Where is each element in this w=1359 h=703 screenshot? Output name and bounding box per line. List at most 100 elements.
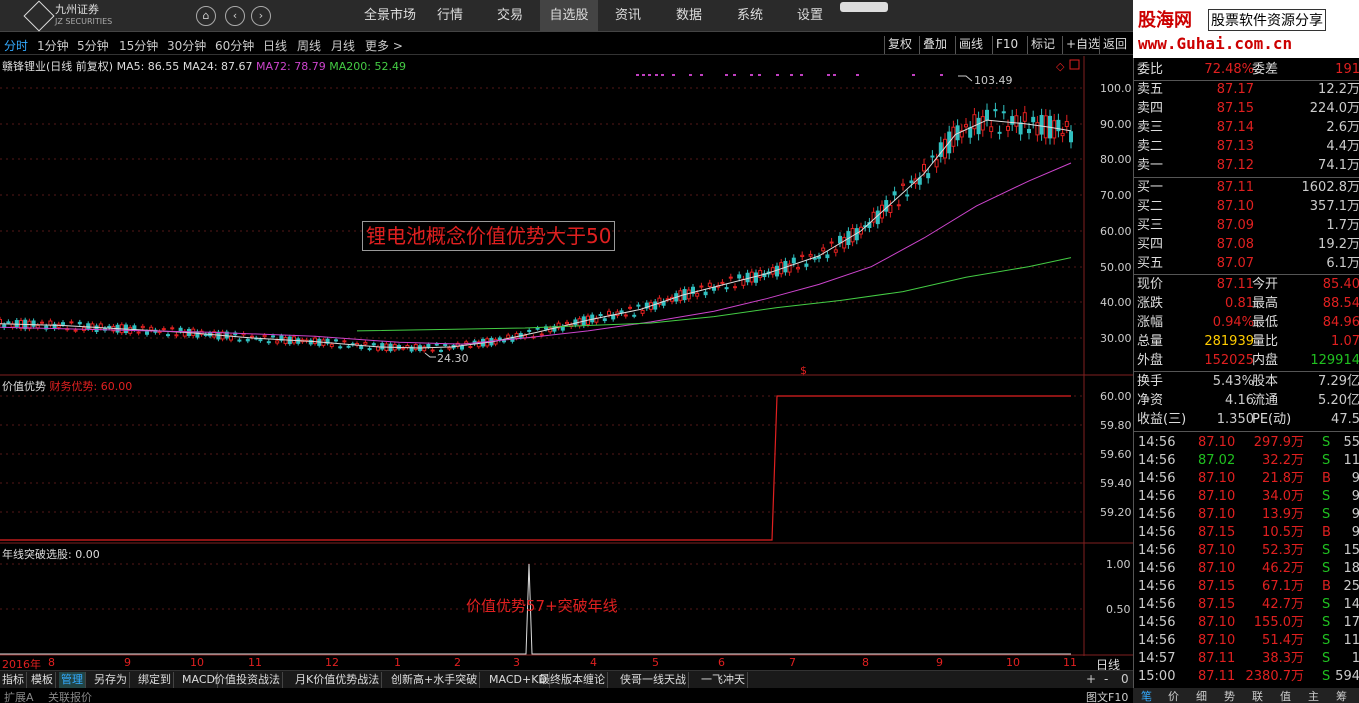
- zoom-reset-button[interactable]: 0: [1121, 672, 1129, 686]
- zoom-out-button[interactable]: -: [1104, 672, 1108, 686]
- ma5-label: MA5: 86.55: [116, 60, 180, 73]
- tab-chuangxingao[interactable]: 创新高+水手突破: [389, 672, 481, 688]
- period-5min[interactable]: 5分钟: [77, 37, 109, 54]
- nav-jiaoyi[interactable]: 交易: [488, 0, 532, 32]
- home-icon[interactable]: ⌂: [196, 6, 216, 26]
- nav-zixuangu[interactable]: 自选股: [540, 0, 598, 32]
- quote-tab[interactable]: 笔: [1141, 688, 1152, 703]
- y-tick: 59.60: [1100, 448, 1132, 461]
- huaxian-button[interactable]: 画线: [955, 36, 986, 54]
- candle-body: [703, 291, 708, 296]
- volume: 1602.8万: [1301, 180, 1359, 195]
- period-fenshi[interactable]: 分时: [4, 37, 28, 54]
- diejia-button[interactable]: 叠加: [919, 36, 950, 54]
- candle-body: [699, 285, 704, 288]
- ind3-annotation: 价值优势57+突破年线: [466, 597, 618, 615]
- ind2-value: 财务优势: 60.00: [49, 380, 133, 393]
- tab-lingcunwei[interactable]: 另存为: [92, 672, 130, 688]
- period-monthly[interactable]: 月线: [331, 37, 355, 54]
- nav-xitong[interactable]: 系统: [728, 0, 772, 32]
- candle-body: [758, 270, 763, 278]
- value: 7.29亿: [1318, 374, 1359, 389]
- tab-bangdingdao[interactable]: 绑定到: [136, 672, 174, 688]
- period-daily[interactable]: 日线: [263, 37, 287, 54]
- volume: 224.0万: [1309, 101, 1359, 116]
- period-30min[interactable]: 30分钟: [167, 37, 206, 54]
- quote-tab[interactable]: 主: [1308, 688, 1319, 703]
- candle-body: [430, 349, 435, 352]
- nav-shezhi[interactable]: 设置: [788, 0, 832, 32]
- buy3-row[interactable]: 买三 87.09 1.7万: [1134, 216, 1359, 235]
- period-15min[interactable]: 15分钟: [119, 37, 158, 54]
- fuquan-button[interactable]: 复权: [884, 36, 915, 54]
- period-1min[interactable]: 1分钟: [37, 37, 69, 54]
- period-weekly[interactable]: 周线: [297, 37, 321, 54]
- tick-price: 87.10: [1198, 435, 1236, 450]
- tick-time: 14:56: [1138, 597, 1176, 612]
- candle-body: [733, 286, 737, 289]
- tab-yuek-jiazhi[interactable]: 月K价值优势战法: [293, 672, 383, 688]
- quote-tab[interactable]: 值: [1280, 688, 1291, 703]
- sell5-row[interactable]: 卖五 87.17 12.2万: [1134, 80, 1359, 99]
- quote-tab[interactable]: 联: [1252, 688, 1263, 703]
- tab-guanli[interactable]: 管理: [59, 672, 86, 688]
- quote-panel: 委比 72.48% 委差 191 卖五 87.17 12.2万 卖四 87.15 224…: [1133, 58, 1359, 703]
- y-tick: 50.00: [1100, 261, 1132, 274]
- ind2-gridlines: [0, 395, 1083, 513]
- candle-body: [426, 344, 431, 348]
- buy2-row[interactable]: 买二 87.10 357.1万: [1134, 197, 1359, 216]
- tab-chanlun[interactable]: 最终版本缠论: [537, 672, 608, 688]
- y-tick: 60.00: [1100, 390, 1132, 403]
- search-input[interactable]: [840, 2, 888, 12]
- tick-count: 18: [1343, 561, 1359, 576]
- back-button[interactable]: 返回: [1099, 36, 1130, 54]
- tick-row: 14:56 87.02 32.2万 S 11: [1134, 452, 1359, 470]
- tick-count: 1: [1351, 651, 1359, 666]
- candle-body: [535, 327, 540, 330]
- nav-quanjing[interactable]: 全景市场: [355, 0, 425, 32]
- quote-tab[interactable]: 价: [1168, 688, 1179, 703]
- quote-tab[interactable]: 筹: [1336, 688, 1347, 703]
- sell3-row[interactable]: 卖三 87.14 2.6万: [1134, 118, 1359, 137]
- buy1-row[interactable]: 买一 87.11 1602.8万: [1134, 178, 1359, 197]
- ind2-title: 价值优势 财务优势: 60.00: [2, 378, 132, 394]
- tab-yifeichongtian[interactable]: 一飞冲天: [699, 672, 748, 688]
- quote-tab[interactable]: 细: [1196, 688, 1207, 703]
- tab-yixiantian[interactable]: 侠哥一线天战: [618, 672, 689, 688]
- related-quote-tab[interactable]: 关联报价: [48, 689, 92, 703]
- zoom-in-button[interactable]: +: [1086, 672, 1096, 686]
- buy4-row[interactable]: 买四 87.08 19.2万: [1134, 235, 1359, 254]
- forward-arrow-icon[interactable]: ›: [251, 6, 271, 26]
- sell1-row[interactable]: 卖一 87.12 74.1万: [1134, 156, 1359, 175]
- f10-text-button[interactable]: 图文F10: [1086, 689, 1128, 703]
- nav-shuju[interactable]: 数据: [667, 0, 711, 32]
- tick-volume: 42.7万: [1262, 597, 1304, 612]
- extend-tab[interactable]: 扩展A: [4, 689, 34, 703]
- f10-button[interactable]: F10: [992, 36, 1021, 54]
- diamond-icon[interactable]: ◇: [1056, 60, 1065, 73]
- candle-body: [964, 124, 968, 128]
- tab-zhibiao[interactable]: 指标: [0, 672, 27, 688]
- y-axis-labels: 100.0 90.00 80.00 70.00 60.00 50.00 40.0…: [1100, 82, 1132, 345]
- back-arrow-icon[interactable]: ‹: [225, 6, 245, 26]
- tab-jiazhi-touzi[interactable]: 价值投资战法: [212, 672, 283, 688]
- nav-hangqing[interactable]: 行情: [428, 0, 472, 32]
- maximize-icon[interactable]: [1069, 59, 1080, 70]
- nav-zixun[interactable]: 资讯: [606, 0, 650, 32]
- volume: 19.2万: [1318, 237, 1359, 252]
- tab-moban[interactable]: 模板: [29, 672, 56, 688]
- sell4-row[interactable]: 卖四 87.15 224.0万: [1134, 99, 1359, 118]
- candle-body: [754, 272, 758, 283]
- period-more[interactable]: 更多 >: [365, 37, 403, 54]
- tick-row: 14:56 87.10 155.0万 S 17: [1134, 614, 1359, 632]
- candle-body: [443, 343, 448, 346]
- high-label: 103.49: [974, 74, 1013, 87]
- sell2-row[interactable]: 卖二 87.13 4.4万: [1134, 137, 1359, 156]
- period-60min[interactable]: 60分钟: [215, 37, 254, 54]
- quote-tab[interactable]: 势: [1224, 688, 1235, 703]
- add-watchlist-button[interactable]: +自选: [1062, 36, 1103, 54]
- biaoji-button[interactable]: 标记: [1027, 36, 1058, 54]
- kline-chart[interactable]: 100.0 90.00 80.00 70.00 60.00 50.00 40.0…: [0, 56, 1133, 376]
- buy5-row[interactable]: 买五 87.07 6.1万: [1134, 254, 1359, 273]
- tick-time: 14:56: [1138, 543, 1176, 558]
